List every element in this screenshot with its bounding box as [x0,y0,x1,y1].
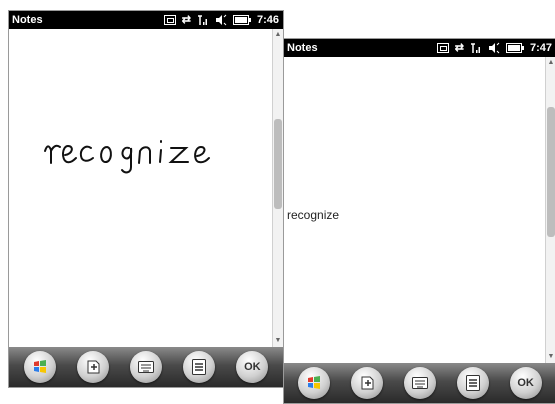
ok-label: OK [244,361,261,373]
scroll-thumb[interactable] [274,119,282,209]
sync-icon [436,43,449,53]
clock: 7:46 [256,14,279,26]
menu-button[interactable] [183,351,216,383]
ok-button[interactable]: OK [236,351,269,383]
new-note-button[interactable] [76,351,109,383]
menu-icon [192,359,207,375]
notes-screen-handwriting: Notes ⇄ 7:46 ▲ ▼ OK [8,10,284,388]
keyboard-button[interactable] [403,367,436,399]
battery-icon [232,15,251,25]
bottom-toolbar: OK [9,347,283,387]
notes-screen-recognized: Notes ⇄ 7:47 recognize ▲ ▼ OK [283,38,555,404]
new-note-button[interactable] [351,367,384,399]
scroll-thumb[interactable] [547,107,555,237]
app-title: Notes [287,42,318,54]
note-document[interactable]: recognize [284,57,546,363]
activesync-arrows-icon: ⇄ [181,14,191,26]
scroll-down-arrow-icon[interactable]: ▼ [547,353,555,361]
keyboard-icon [137,361,154,373]
vertical-scrollbar[interactable]: ▲ ▼ [545,57,555,363]
new-note-icon [361,376,374,390]
status-icons: ⇄ 7:47 [436,39,552,57]
status-bar: Notes ⇄ 7:46 [9,11,283,29]
sync-icon [163,15,176,25]
menu-button[interactable] [456,367,489,399]
scroll-up-arrow-icon[interactable]: ▲ [274,31,282,39]
windows-start-icon [308,376,321,389]
scroll-up-arrow-icon[interactable]: ▲ [547,59,555,67]
note-canvas[interactable] [9,29,273,347]
volume-icon [215,14,227,26]
new-note-icon [87,360,100,374]
ok-button[interactable]: OK [509,367,542,399]
status-icons: ⇄ 7:46 [163,11,279,29]
status-bar: Notes ⇄ 7:47 [284,39,555,57]
signal-icon [197,14,209,26]
vertical-scrollbar[interactable]: ▲ ▼ [272,29,283,347]
signal-icon [470,42,482,54]
recognized-text[interactable]: recognize [287,208,339,222]
handwriting-stroke [44,140,210,174]
app-title: Notes [12,14,43,26]
menu-icon [465,375,480,391]
clock: 7:47 [529,42,552,54]
windows-start-button[interactable] [298,367,331,399]
keyboard-button[interactable] [129,351,162,383]
bottom-toolbar: OK [284,363,555,403]
volume-icon [488,42,500,54]
windows-start-icon [33,360,46,373]
activesync-arrows-icon: ⇄ [454,42,464,54]
battery-icon [505,43,524,53]
scroll-down-arrow-icon[interactable]: ▼ [274,337,282,345]
windows-start-button[interactable] [23,351,56,383]
ok-label: OK [517,377,534,389]
keyboard-icon [411,377,428,389]
